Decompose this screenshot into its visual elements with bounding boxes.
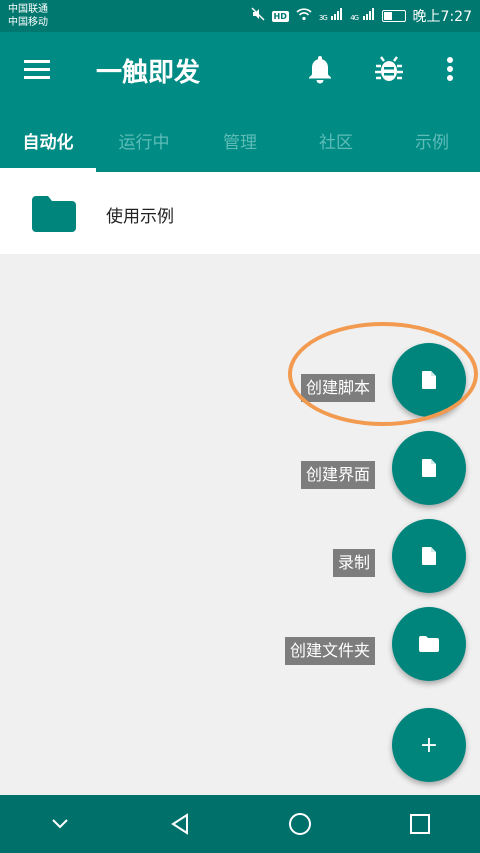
recent-square-icon <box>410 814 430 834</box>
create-ui-button[interactable] <box>392 431 466 505</box>
wifi-icon <box>296 7 312 25</box>
fab-label-record[interactable]: 录制 <box>332 549 375 577</box>
nav-home-button[interactable] <box>270 795 330 853</box>
back-triangle-icon <box>171 813 188 835</box>
tab-running[interactable]: 运行中 <box>96 108 192 172</box>
status-time: 晚上7:27 <box>412 9 472 25</box>
fab-label-create-folder[interactable]: 创建文件夹 <box>284 637 375 665</box>
tab-community[interactable]: 社区 <box>288 108 384 172</box>
carrier-1: 中国联通 <box>8 4 48 15</box>
hamburger-icon[interactable] <box>24 60 50 80</box>
folder-icon <box>419 636 439 652</box>
system-nav-bar <box>0 795 480 853</box>
nav-recent-button[interactable] <box>390 795 450 853</box>
hd-badge: HD <box>271 10 289 22</box>
more-vert-icon[interactable] <box>440 56 460 84</box>
bell-icon[interactable] <box>306 54 334 84</box>
list-item-label: 使用示例 <box>106 207 174 227</box>
signal-label-1: 3G <box>318 14 328 22</box>
folder-icon <box>32 196 76 232</box>
signal-label-2: 4G <box>350 14 359 22</box>
app-bar: 一触即发 <box>0 32 480 108</box>
status-icons: HD 3G 4G 晚上7:27 <box>250 0 472 32</box>
plus-icon: + <box>419 732 439 758</box>
app-title: 一触即发 <box>96 58 201 88</box>
carrier-2: 中国移动 <box>8 17 48 28</box>
create-folder-button[interactable] <box>392 607 466 681</box>
carrier-info: 中国联通 中国移动 <box>8 3 48 29</box>
record-button[interactable] <box>392 519 466 593</box>
status-bar: 中国联通 中国移动 HD 3G 4G 晚上7:27 <box>0 0 480 32</box>
fab-label-create-ui[interactable]: 创建界面 <box>300 461 375 489</box>
nav-hide-button[interactable] <box>30 795 90 853</box>
bug-icon[interactable] <box>374 54 404 84</box>
file-icon <box>422 547 436 565</box>
signal-icon-2: 4G <box>350 8 374 24</box>
mute-icon <box>250 7 265 25</box>
highlight-circle <box>288 322 478 426</box>
tab-manage[interactable]: 管理 <box>192 108 288 172</box>
tab-examples[interactable]: 示例 <box>384 108 480 172</box>
tab-bar: 自动化 运行中 管理 社区 示例 <box>0 108 480 172</box>
home-circle-icon <box>289 813 311 835</box>
list-item[interactable]: 使用示例 <box>0 172 480 254</box>
nav-back-button[interactable] <box>150 795 210 853</box>
tab-automation[interactable]: 自动化 <box>0 108 96 172</box>
fab-main-button[interactable]: + <box>392 708 466 782</box>
chevron-down-icon <box>52 819 68 829</box>
file-icon <box>422 459 436 477</box>
battery-icon <box>381 10 406 22</box>
signal-icon-1: 3G <box>319 8 343 24</box>
